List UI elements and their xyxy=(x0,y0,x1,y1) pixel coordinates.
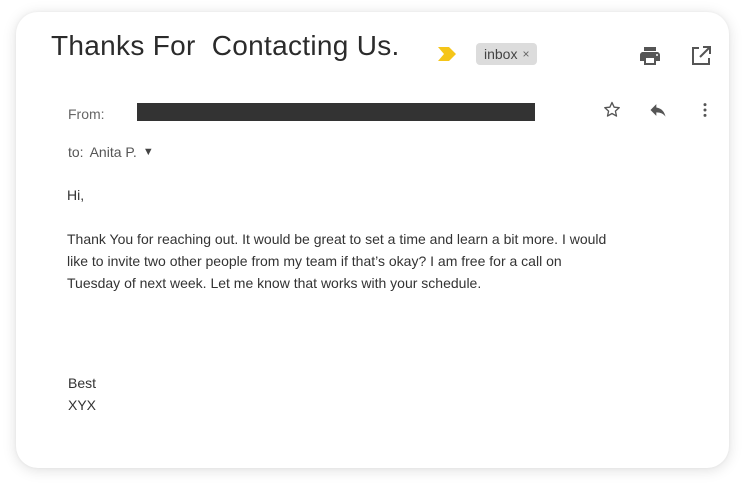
signature-name: XYX xyxy=(68,397,97,413)
redacted-sender xyxy=(137,103,535,121)
importance-marker-icon[interactable] xyxy=(437,46,457,62)
open-in-new-window-icon[interactable] xyxy=(689,44,713,68)
recipient-name: Anita P. xyxy=(89,144,137,160)
recipient-details-toggle[interactable]: ▼ xyxy=(143,146,154,158)
email-signature: Best XYX xyxy=(68,372,96,416)
signoff: Best xyxy=(68,375,97,391)
label-text: inbox xyxy=(484,46,518,62)
from-label: From: xyxy=(68,106,105,122)
remove-label-button[interactable]: × xyxy=(522,47,529,61)
print-icon[interactable] xyxy=(638,44,662,68)
email-greeting: Hi, xyxy=(67,187,85,203)
inbox-label-chip: inbox × xyxy=(476,43,538,65)
email-subject: Thanks For Contacting Us. xyxy=(51,30,400,61)
more-vertical-icon[interactable] xyxy=(695,100,715,120)
to-label: to: xyxy=(68,144,84,160)
email-body: Thank You for reaching out. It would be … xyxy=(67,231,607,291)
reply-icon[interactable] xyxy=(648,100,668,120)
email-card: Thanks For Contacting Us. inbox × From: … xyxy=(16,12,729,468)
star-icon[interactable] xyxy=(602,100,622,120)
recipient-line: to: Anita P. ▼ xyxy=(68,144,154,160)
